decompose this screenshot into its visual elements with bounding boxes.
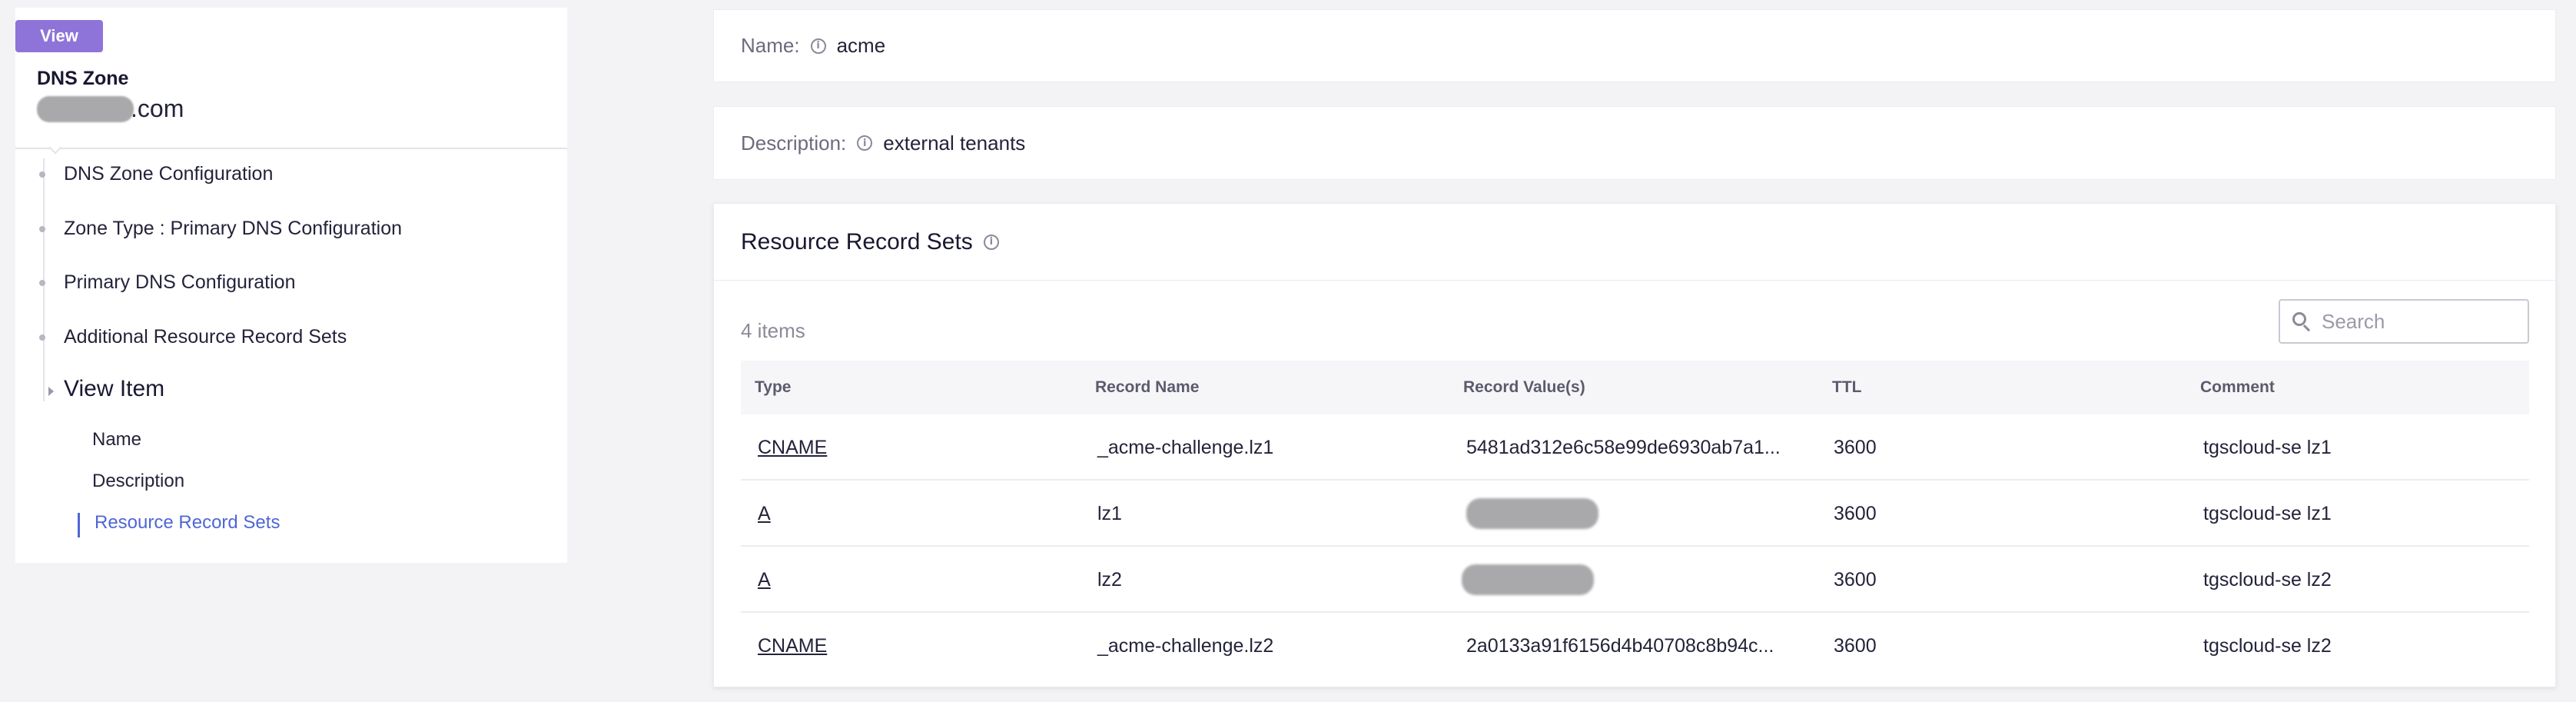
name-field: Name: i acme	[741, 10, 885, 82]
record-value-cell	[1466, 481, 1598, 547]
nav-item-additional-resource-record-sets[interactable]: Additional Resource Record Sets	[64, 326, 347, 348]
redacted-value	[1466, 498, 1598, 529]
table-row: CNAME _acme-challenge.lz1 5481ad312e6c58…	[741, 414, 2529, 481]
rrs-title: Resource Record Sets	[741, 228, 973, 255]
record-name-cell: _acme-challenge.lz1	[1097, 436, 1274, 458]
name-label: Name:	[741, 34, 800, 57]
nav-dot	[39, 280, 45, 286]
search-box[interactable]	[2279, 299, 2529, 344]
items-count: 4 items	[741, 319, 805, 342]
name-card: Name: i acme	[713, 9, 2556, 82]
record-ttl-cell: 3600	[1834, 568, 1877, 591]
record-name-cell: _acme-challenge.lz2	[1097, 634, 1274, 657]
sub-item-resource-record-sets[interactable]: Resource Record Sets	[95, 512, 280, 534]
record-comment-cell: tgscloud-se lz2	[2203, 634, 2332, 657]
table-row: A lz2 3600 tgscloud-se lz2	[741, 547, 2529, 613]
search-icon	[2291, 311, 2312, 332]
zone-name-suffix: .com	[131, 95, 184, 122]
description-field: Description: i external tenants	[741, 107, 1025, 179]
description-card: Description: i external tenants	[713, 106, 2556, 180]
redacted-zone-name	[37, 95, 134, 122]
zone-label: DNS Zone	[37, 68, 129, 89]
redacted-value	[1462, 564, 1594, 595]
zone-name: .com	[37, 95, 184, 123]
nav-item-primary-dns-configuration[interactable]: Primary DNS Configuration	[64, 271, 296, 294]
header-notch	[48, 141, 62, 155]
record-value-cell	[1462, 547, 1594, 613]
record-comment-cell: tgscloud-se lz2	[2203, 568, 2332, 591]
nav-dot	[39, 226, 45, 232]
record-type-link[interactable]: A	[758, 503, 771, 525]
resource-record-sets-card: Resource Record Sets i 4 items Type Reco…	[713, 203, 2556, 687]
description-label: Description:	[741, 131, 847, 155]
info-icon[interactable]: i	[857, 135, 873, 151]
header-divider	[15, 148, 567, 149]
record-value-cell: 5481ad312e6c58e99de6930ab7a1...	[1466, 436, 1781, 458]
nav-dot	[39, 334, 45, 341]
name-value: acme	[836, 34, 886, 57]
column-header-comment[interactable]: Comment	[2200, 361, 2275, 414]
record-ttl-cell: 3600	[1834, 634, 1877, 657]
record-type-cell: A	[758, 547, 771, 613]
table-header: Type Record Name Record Value(s) TTL Com…	[741, 361, 2529, 414]
record-type-link[interactable]: A	[758, 569, 771, 591]
record-comment-cell: tgscloud-se lz1	[2203, 502, 2332, 524]
record-type-cell: CNAME	[758, 414, 827, 481]
column-header-ttl[interactable]: TTL	[1832, 361, 1861, 414]
rrs-header: Resource Record Sets i	[714, 204, 2555, 281]
nav-item-view-item[interactable]: View Item	[64, 376, 164, 402]
record-name-cell: lz2	[1097, 568, 1122, 591]
record-name-cell: lz1	[1097, 502, 1122, 524]
zone-header: DNS Zone .com	[37, 68, 184, 123]
record-type-cell: CNAME	[758, 613, 827, 679]
table-row: CNAME _acme-challenge.lz2 2a0133a91f6156…	[741, 613, 2529, 679]
column-header-record-name[interactable]: Record Name	[1095, 361, 1199, 414]
record-ttl-cell: 3600	[1834, 502, 1877, 524]
record-comment-cell: tgscloud-se lz1	[2203, 436, 2332, 458]
chevron-right-icon	[48, 387, 54, 396]
column-header-record-values[interactable]: Record Value(s)	[1463, 361, 1585, 414]
record-ttl-cell: 3600	[1834, 436, 1877, 458]
nav-dot	[39, 171, 45, 178]
description-value: external tenants	[883, 131, 1026, 155]
column-header-type[interactable]: Type	[755, 361, 791, 414]
record-value-cell: 2a0133a91f6156d4b40708c8b94c...	[1466, 634, 1774, 657]
search-input[interactable]	[2322, 309, 2521, 334]
sub-item-name[interactable]: Name	[92, 429, 141, 451]
info-icon[interactable]: i	[983, 234, 999, 250]
nav-item-zone-type[interactable]: Zone Type : Primary DNS Configuration	[64, 218, 402, 240]
view-badge: View	[15, 20, 103, 52]
info-icon[interactable]: i	[810, 38, 826, 54]
record-type-cell: A	[758, 481, 771, 547]
sub-item-description[interactable]: Description	[92, 471, 184, 492]
left-panel: View DNS Zone .com DNS Zone Configuratio…	[15, 8, 567, 563]
nav-item-dns-zone-configuration[interactable]: DNS Zone Configuration	[64, 163, 273, 185]
table-row: A lz1 3600 tgscloud-se lz1	[741, 481, 2529, 547]
active-indicator	[78, 513, 80, 537]
records-table: Type Record Name Record Value(s) TTL Com…	[741, 361, 2529, 679]
record-type-link[interactable]: CNAME	[758, 437, 827, 459]
record-type-link[interactable]: CNAME	[758, 635, 827, 657]
